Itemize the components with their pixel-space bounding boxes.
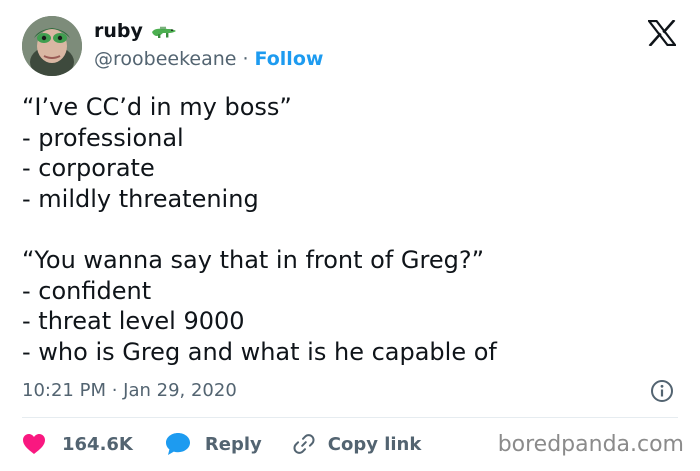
tweet-line: - who is Greg and what is he capable of bbox=[22, 337, 497, 366]
tweet-actions: 164.6K Reply Copy link bbox=[22, 430, 421, 458]
watermark: boredpanda.com bbox=[497, 432, 684, 457]
tweet-line: - mildly threatening bbox=[22, 184, 259, 213]
tweet-line: - confident bbox=[22, 276, 152, 305]
author-name[interactable]: ruby bbox=[94, 20, 143, 42]
tweet-text: “I’ve CC’d in my boss” - professional - … bbox=[22, 92, 682, 367]
x-logo-icon[interactable] bbox=[646, 19, 678, 47]
copy-link-button[interactable]: Copy link bbox=[292, 432, 422, 456]
heart-icon bbox=[23, 434, 45, 454]
reply-label: Reply bbox=[204, 433, 262, 455]
reply-button[interactable]: Reply bbox=[165, 432, 262, 456]
tweet-timestamp[interactable]: 10:21 PM · Jan 29, 2020 bbox=[22, 380, 237, 401]
like-button[interactable]: 164.6K bbox=[22, 433, 133, 455]
reply-bubble-icon bbox=[165, 433, 190, 455]
crocodile-icon bbox=[151, 23, 177, 39]
info-icon[interactable] bbox=[650, 379, 674, 403]
avatar-image bbox=[22, 16, 82, 76]
divider bbox=[22, 417, 678, 418]
tweet-line: “You wanna say that in front of Greg?” bbox=[22, 245, 485, 274]
follow-button[interactable]: Follow bbox=[255, 48, 324, 70]
tweet-line: - corporate bbox=[22, 154, 155, 183]
separator-dot: · bbox=[242, 48, 249, 70]
like-count: 164.6K bbox=[62, 433, 133, 455]
author-handle-row: @roobeekeane · Follow bbox=[94, 48, 323, 70]
avatar[interactable] bbox=[22, 16, 82, 76]
author-handle[interactable]: @roobeekeane bbox=[94, 48, 236, 70]
link-icon bbox=[293, 434, 315, 454]
tweet-line: - threat level 9000 bbox=[22, 307, 245, 336]
copy-link-label: Copy link bbox=[327, 433, 422, 455]
tweet-line: - professional bbox=[22, 123, 184, 152]
author-name-row: ruby bbox=[94, 20, 177, 42]
tweet-line: “I’ve CC’d in my boss” bbox=[22, 93, 292, 121]
